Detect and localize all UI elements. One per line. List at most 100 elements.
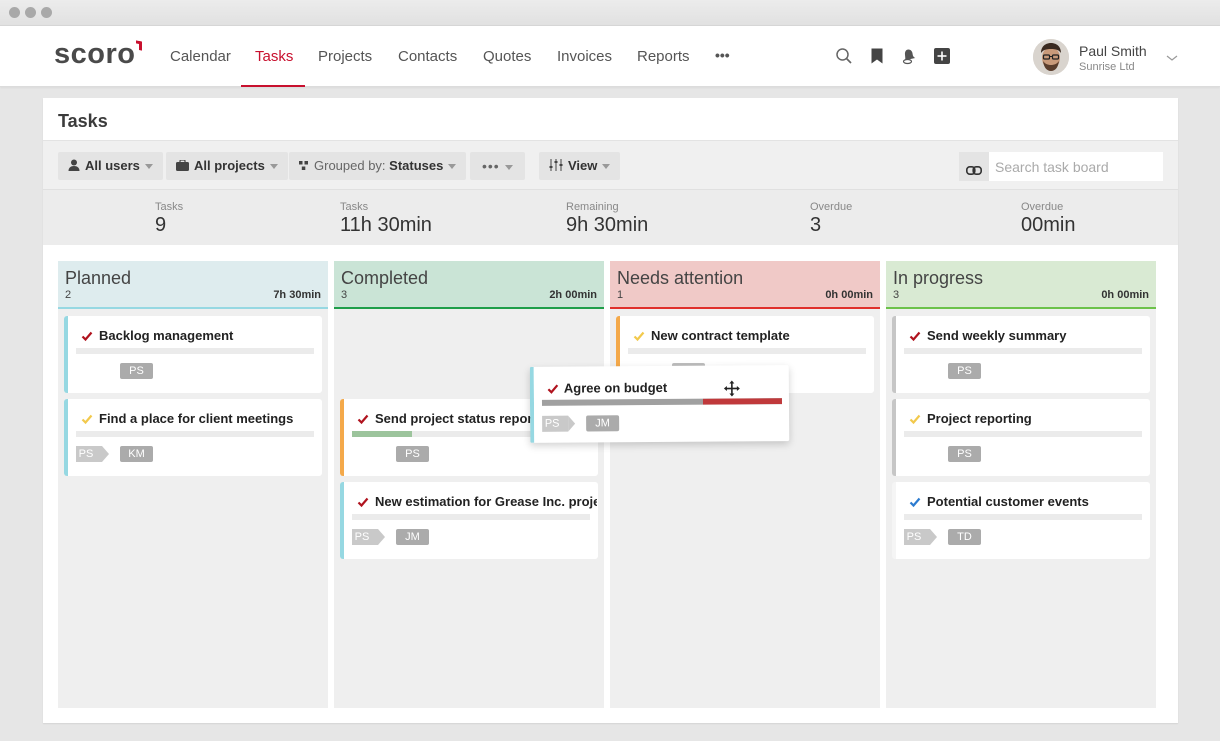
nav-calendar[interactable]: Calendar (170, 26, 231, 87)
top-navigation: scoro Calendar Tasks Projects Contacts Q… (0, 26, 1220, 87)
stat-task-time: Tasks 11h 30min (340, 201, 432, 237)
column-task-count: 2 (65, 289, 72, 301)
column-header[interactable]: Planned 2 7h 30min (58, 261, 328, 309)
stat-value: 9h 30min (566, 214, 649, 236)
all-users-filter[interactable]: All users (58, 152, 163, 180)
user-icon (68, 153, 80, 181)
checkmark-icon[interactable] (81, 329, 93, 342)
assignee-tag[interactable]: PS (120, 363, 153, 379)
task-title: Project reporting (927, 411, 1032, 426)
chevron-down-icon[interactable] (1166, 50, 1178, 61)
column-header[interactable]: Needs attention 1 0h 00min (610, 261, 880, 309)
view-label: View (568, 158, 598, 173)
dragging-task-card[interactable]: Agree on budget PS JM (529, 365, 790, 443)
assignee-tag[interactable]: JM (396, 529, 429, 545)
more-options-button[interactable]: ••• (470, 152, 525, 180)
nav-reports[interactable]: Reports (637, 26, 690, 87)
task-progress-bar (904, 431, 1142, 437)
checkmark-icon[interactable] (909, 329, 921, 342)
checkmark-icon[interactable] (633, 329, 645, 342)
checkmark-icon[interactable] (357, 495, 369, 508)
stat-value: 00min (1021, 214, 1076, 236)
user-name[interactable]: Paul Smith (1079, 43, 1147, 59)
scoro-logo[interactable]: scoro (54, 36, 143, 72)
user-avatar[interactable] (1033, 39, 1069, 75)
column-in-progress: In progress 3 0h 00min Send weekly summary P… (886, 261, 1156, 708)
task-title: Agree on budget (563, 379, 668, 396)
column-header[interactable]: In progress 3 0h 00min (886, 261, 1156, 309)
group-icon (299, 153, 309, 181)
checkmark-icon[interactable] (357, 412, 369, 425)
grouped-by-prefix: Grouped by: (314, 158, 386, 173)
link-icon (966, 162, 982, 180)
nav-invoices[interactable]: Invoices (557, 26, 612, 87)
bookmark-icon[interactable] (868, 47, 886, 65)
caret-down-icon (448, 164, 457, 170)
nav-projects[interactable]: Projects (318, 26, 372, 87)
column-total-time: 7h 30min (273, 289, 321, 301)
task-stats-bar: Tasks 9 Tasks 11h 30min Remaining 9h 30m… (43, 190, 1178, 245)
checkmark-icon[interactable] (81, 412, 93, 425)
search-icon[interactable] (835, 47, 853, 65)
all-projects-filter[interactable]: All projects (166, 152, 288, 180)
assignee-tag[interactable]: PS (948, 446, 981, 462)
project-tag[interactable]: PS (904, 529, 937, 545)
assignee-tag[interactable]: KM (120, 446, 153, 462)
bell-icon[interactable] (900, 47, 918, 65)
task-card[interactable]: New estimation for Grease Inc. project PS… (340, 482, 598, 559)
nav-more-button[interactable]: ••• (715, 26, 730, 87)
assignee-tag[interactable]: PS (396, 446, 429, 462)
checkmark-icon[interactable] (547, 382, 559, 394)
project-tag[interactable]: PS (76, 446, 109, 462)
column-task-count: 3 (341, 289, 348, 301)
caret-down-icon (269, 164, 278, 170)
task-progress-bar (904, 348, 1142, 354)
more-dots-icon: ••• (482, 158, 500, 174)
view-dropdown[interactable]: View (539, 152, 621, 181)
caret-down-icon (602, 164, 611, 170)
task-progress-bar (76, 348, 314, 354)
column-completed: Completed 3 2h 00min Send project status re… (334, 261, 604, 708)
column-title: Completed (341, 268, 429, 288)
user-company: Sunrise Ltd (1079, 61, 1135, 73)
stat-remaining: Remaining 9h 30min (566, 201, 648, 237)
nav-quotes[interactable]: Quotes (483, 26, 531, 87)
nav-tasks[interactable]: Tasks (255, 26, 293, 87)
assignee-tag[interactable]: TD (948, 529, 981, 545)
checkmark-icon[interactable] (909, 495, 921, 508)
window-titlebar (0, 0, 1220, 26)
link-button[interactable] (959, 152, 989, 181)
task-card[interactable]: Find a place for client meetings PS KM (64, 399, 322, 476)
nav-contacts[interactable]: Contacts (398, 26, 457, 87)
column-header[interactable]: Completed 3 2h 00min (334, 261, 604, 309)
window-maximize-button[interactable] (41, 7, 52, 18)
group-by-dropdown[interactable]: Grouped by: Statuses (289, 152, 467, 181)
task-title: New estimation for Grease Inc. project (375, 494, 597, 509)
task-card[interactable]: Potential customer events PS TD (892, 482, 1150, 559)
column-total-time: 0h 00min (825, 289, 873, 301)
project-tag[interactable]: PS (542, 415, 569, 432)
task-progress-bar (904, 514, 1142, 520)
task-card[interactable]: Send weekly summary PS (892, 316, 1150, 393)
active-tab-indicator (241, 85, 305, 87)
task-card[interactable]: Backlog management PS (64, 316, 322, 393)
window-close-button[interactable] (9, 7, 20, 18)
assignee-tag[interactable]: PS (948, 363, 981, 379)
progress-remaining-fill (702, 398, 782, 405)
column-task-count: 1 (617, 289, 624, 301)
column-planned: Planned 2 7h 30min Backlog management PS Find… (58, 261, 328, 708)
column-title: Needs attention (617, 268, 744, 288)
stat-label: Tasks (340, 201, 369, 213)
task-progress-bar (352, 514, 590, 520)
project-tag[interactable]: PS (352, 529, 385, 545)
sliders-icon (549, 153, 563, 181)
assignee-tag[interactable]: JM (586, 415, 620, 432)
logo-text: scoro (54, 38, 136, 70)
caret-down-icon (144, 164, 153, 170)
add-icon[interactable] (933, 47, 951, 65)
checkmark-icon[interactable] (909, 412, 921, 425)
column-needs-attention: Needs attention 1 0h 00min New contract tem… (610, 261, 880, 708)
task-card[interactable]: Project reporting PS (892, 399, 1150, 476)
search-task-board-input[interactable] (989, 152, 1163, 181)
window-minimize-button[interactable] (25, 7, 36, 18)
